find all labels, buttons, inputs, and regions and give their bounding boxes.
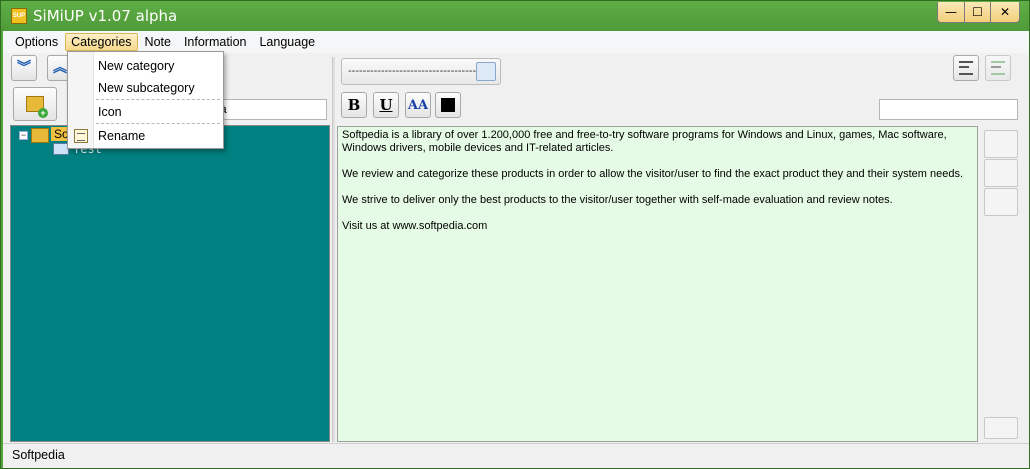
menu-categories[interactable]: Categories	[65, 33, 138, 51]
double-chevron-down-icon: ︾	[17, 60, 31, 76]
menu-bar: Options Categories Note Information Lang…	[3, 31, 1029, 53]
note-editor[interactable]: Softpedia is a library of over 1.200,000…	[337, 126, 978, 442]
note-title-field[interactable]: ------------------------------------	[341, 58, 501, 85]
list-view-button[interactable]	[953, 55, 979, 81]
menu-options[interactable]: Options	[9, 33, 64, 51]
side-button-3[interactable]	[984, 188, 1018, 216]
checklist-icon	[991, 61, 1005, 75]
double-chevron-up-icon: ︽	[53, 60, 67, 76]
color-swatch-icon	[441, 98, 455, 112]
app-window: SUP SiMiUP v1.07 alpha — ☐ ✕ Options Cat…	[0, 0, 1030, 469]
collapse-toggle-icon[interactable]: −	[19, 131, 28, 140]
editor-paragraph: Visit us at www.softpedia.com	[342, 220, 488, 232]
underline-button[interactable]: U	[373, 92, 399, 118]
copy-icon[interactable]	[476, 62, 496, 81]
text-color-button[interactable]	[435, 92, 461, 118]
menu-item-new-category[interactable]: New category	[98, 59, 174, 73]
maximize-icon: ☐	[972, 5, 983, 19]
menu-separator	[96, 99, 220, 100]
checklist-view-button[interactable]	[985, 55, 1011, 81]
minimize-button[interactable]: —	[937, 2, 965, 23]
list-view-icon	[959, 61, 973, 75]
editor-paragraph: Softpedia is a library of over 1.200,000…	[342, 129, 947, 154]
window-title: SiMiUP v1.07 alpha	[33, 7, 178, 25]
bold-button[interactable]: B	[341, 92, 367, 118]
category-tree[interactable]: − So Test	[10, 125, 330, 442]
status-text: Softpedia	[12, 448, 65, 462]
folder-icon	[31, 128, 49, 143]
expand-all-button[interactable]: ︾	[11, 55, 37, 81]
note-title-text: ------------------------------------	[348, 65, 480, 77]
title-bar[interactable]: SUP SiMiUP v1.07 alpha — ☐ ✕	[1, 1, 1029, 31]
client-area: Options Categories Note Information Lang…	[3, 31, 1029, 468]
app-icon: SUP	[11, 8, 27, 24]
side-button-4[interactable]	[984, 417, 1018, 439]
font-label-sub: A	[418, 97, 429, 113]
categories-dropdown: New category New subcategory Icon Rename	[67, 51, 224, 149]
side-button-1[interactable]	[984, 130, 1018, 158]
editor-paragraph: We review and categorize these products …	[342, 168, 964, 180]
underline-label: U	[379, 96, 393, 114]
status-bar: Softpedia	[3, 443, 1029, 468]
menu-separator	[96, 123, 220, 124]
panel-splitter[interactable]	[332, 57, 335, 442]
menu-note[interactable]: Note	[139, 33, 177, 51]
close-button[interactable]: ✕	[990, 2, 1020, 23]
menu-item-icon[interactable]: Icon	[98, 105, 122, 119]
bold-label: B	[347, 96, 361, 114]
menu-language[interactable]: Language	[253, 33, 321, 51]
menu-item-new-subcategory[interactable]: New subcategory	[98, 81, 195, 95]
font-button[interactable]: AA	[405, 92, 431, 118]
rename-icon	[74, 129, 88, 143]
add-icon: +	[38, 108, 48, 118]
menu-information[interactable]: Information	[178, 33, 253, 51]
add-note-button[interactable]: +	[13, 87, 57, 121]
maximize-button[interactable]: ☐	[964, 2, 991, 23]
minimize-icon: —	[945, 5, 957, 19]
side-button-2[interactable]	[984, 159, 1018, 187]
font-label: A	[407, 97, 418, 113]
close-icon: ✕	[999, 5, 1011, 19]
menu-item-rename[interactable]: Rename	[98, 129, 145, 143]
editor-paragraph: We strive to deliver only the best produ…	[342, 194, 893, 206]
note-search-input[interactable]	[879, 99, 1018, 120]
